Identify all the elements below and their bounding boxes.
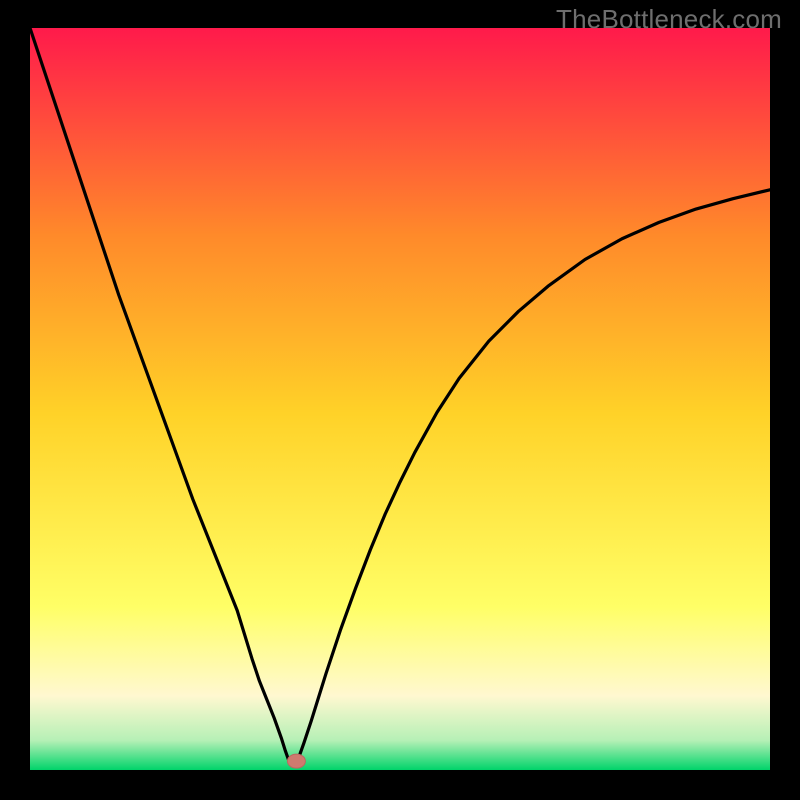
watermark-text: TheBottleneck.com: [556, 4, 782, 35]
bottleneck-chart: [0, 0, 800, 800]
plot-area: [30, 28, 770, 770]
notch-marker: [287, 754, 305, 768]
chart-container: TheBottleneck.com: [0, 0, 800, 800]
